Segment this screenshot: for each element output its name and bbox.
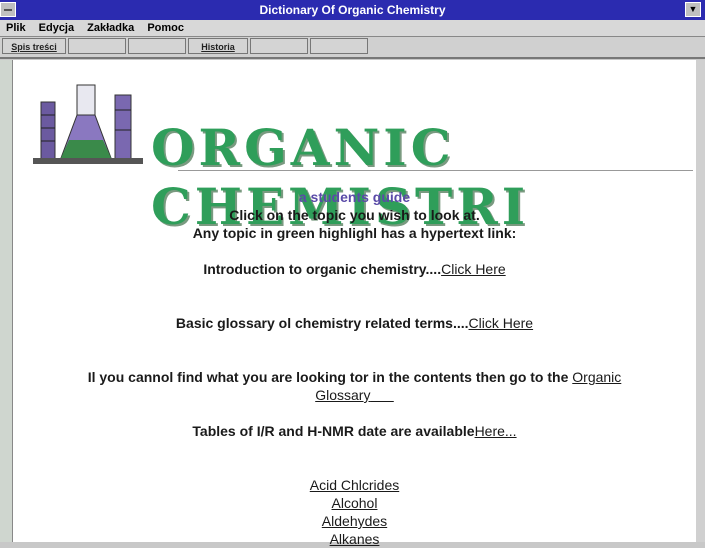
instruction-line-1: Click on the topic you wish to look at. bbox=[229, 207, 480, 223]
banner-divider bbox=[178, 170, 693, 171]
back-button[interactable] bbox=[128, 38, 186, 54]
search-button[interactable] bbox=[68, 38, 126, 54]
tables-row: Tables of I/R and H-NMR date are availab… bbox=[13, 422, 696, 440]
prev-button[interactable] bbox=[250, 38, 308, 54]
glossary-row: Basic glossary ol chemistry related term… bbox=[13, 314, 696, 332]
organic-glossary-link[interactable]: Organic bbox=[572, 369, 621, 385]
cannot-find-row: Il you cannol find what you are looking … bbox=[13, 368, 696, 386]
instruction-line-2: Any topic in green highlighl has a hyper… bbox=[192, 225, 517, 241]
menu-edycja[interactable]: Edycja bbox=[39, 20, 74, 36]
topic-link-alkanes[interactable]: Alkanes bbox=[330, 531, 380, 547]
contents-button[interactable]: Spis treści bbox=[2, 38, 66, 54]
menu-bar: Plik Edycja Zakładka Pomoc bbox=[0, 20, 705, 37]
toolbar: Spis treści Historia bbox=[0, 37, 705, 59]
here-link[interactable]: Here... bbox=[475, 423, 517, 439]
glossary-link[interactable]: Click Here bbox=[469, 315, 534, 331]
tables-text: Tables of I/R and H-NMR date are availab… bbox=[192, 423, 475, 439]
organic-glossary-row: Glossary bbox=[13, 386, 696, 404]
window-left-border bbox=[0, 60, 12, 542]
minimize-button[interactable]: ▼ bbox=[685, 2, 701, 17]
flask-logo-icon bbox=[33, 84, 143, 164]
content-body: a students guide Click on the topic you … bbox=[13, 188, 696, 548]
next-button[interactable] bbox=[310, 38, 368, 54]
intro-link[interactable]: Click Here bbox=[441, 261, 506, 277]
intro-row: Introduction to organic chemistry....Cli… bbox=[13, 260, 696, 278]
menu-zakladka[interactable]: Zakładka bbox=[87, 20, 134, 36]
glossary-text: Basic glossary ol chemistry related term… bbox=[175, 315, 469, 331]
glossary-word-link[interactable]: Glossary bbox=[315, 387, 370, 403]
window-title: Dictionary Of Organic Chemistry bbox=[259, 3, 446, 17]
intro-text: Introduction to organic chemistry.... bbox=[203, 261, 442, 277]
menu-plik[interactable]: Plik bbox=[6, 20, 26, 36]
title-bar: Dictionary Of Organic Chemistry ▼ bbox=[0, 0, 705, 20]
history-button[interactable]: Historia bbox=[188, 38, 248, 54]
cannot-find-text: Il you cannol find what you are looking … bbox=[87, 369, 569, 385]
topic-link-alcohol[interactable]: Alcohol bbox=[332, 495, 378, 511]
scrollbar[interactable] bbox=[696, 60, 705, 542]
menu-pomoc[interactable]: Pomoc bbox=[147, 20, 184, 36]
topic-link-acid-chlorides[interactable]: Acid Chlcrides bbox=[310, 477, 399, 493]
topic-link-aldehydes[interactable]: Aldehydes bbox=[322, 513, 387, 529]
subtitle: a students guide bbox=[298, 189, 411, 205]
document-pane: ORGANIC CHEMISTRI a students guide Click… bbox=[12, 60, 696, 547]
